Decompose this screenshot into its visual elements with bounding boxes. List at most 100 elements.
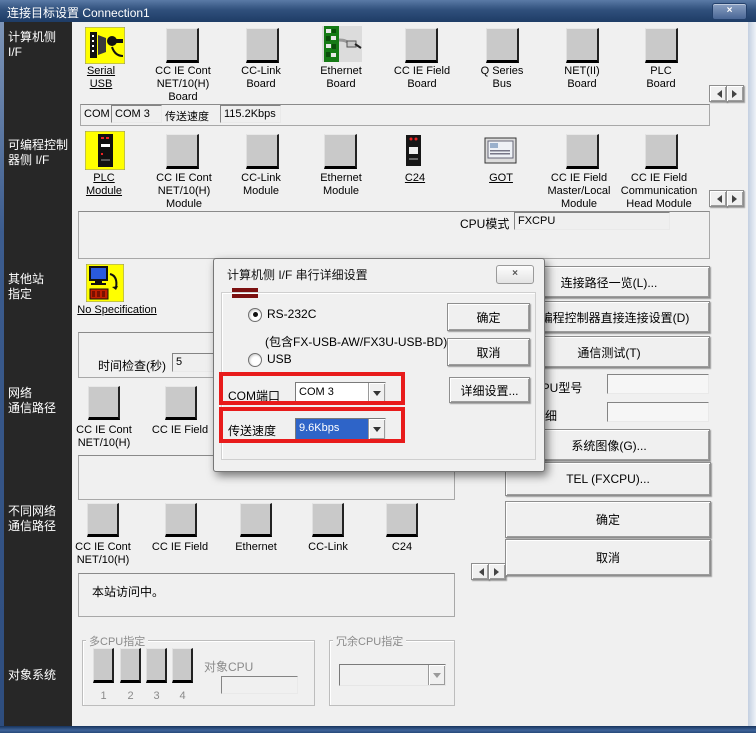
window-close-button[interactable]: ×	[712, 3, 747, 20]
diff-cc-link-icon[interactable]	[312, 503, 344, 537]
diff-item-cc-link: CC-Link	[300, 541, 356, 554]
diff-c24-icon[interactable]	[386, 503, 418, 537]
usb-radio[interactable]	[248, 353, 262, 367]
diff-scroll-right-button[interactable]	[488, 563, 506, 580]
redundant-cpu-dropdown	[339, 664, 446, 686]
cpu-slot-3-number: 3	[146, 690, 167, 703]
sidebar-label-network-route: 网络 通信路径	[8, 386, 56, 416]
main-cancel-button[interactable]: 取消	[505, 539, 711, 576]
q-series-bus-icon[interactable]	[486, 28, 519, 63]
pc-if-item-q-series-bus: Q Series Bus	[463, 65, 541, 91]
redundant-cpu-label: 冗余CPU指定	[333, 633, 406, 649]
arrow-left-icon	[713, 90, 722, 98]
annotation-box-com-port	[219, 372, 405, 405]
sidebar	[4, 22, 72, 726]
plc-if-item-c24[interactable]: C24	[385, 172, 445, 185]
arrow-left-icon	[713, 195, 722, 203]
window-border-right	[748, 22, 756, 726]
pc-if-scroll-left-button[interactable]	[709, 85, 727, 102]
cc-ie-cont-module-icon[interactable]	[166, 134, 199, 169]
arrow-left-icon	[475, 568, 484, 576]
ethernet-module-icon[interactable]	[324, 134, 357, 169]
arrow-right-icon	[494, 568, 503, 576]
plc-if-item-plc-module[interactable]: PLC Module	[68, 172, 140, 198]
cc-link-module-icon[interactable]	[246, 134, 279, 169]
cpu-slot-1-number: 1	[93, 690, 114, 703]
pc-if-item-plc-board: PLC Board	[622, 65, 700, 91]
dialog-close-button[interactable]: ×	[496, 265, 534, 284]
plc-if-scroll-right-button[interactable]	[726, 190, 744, 207]
no-specification-icon[interactable]	[86, 264, 124, 302]
cc-ie-cont-board-icon[interactable]	[166, 28, 199, 63]
sidebar-label-target-system: 对象系统	[8, 668, 56, 683]
detail-field	[607, 402, 709, 422]
cpu-slot-4-icon	[172, 648, 193, 683]
sidebar-label-diff-network-route: 不同网络 通信路径	[8, 504, 56, 534]
sidebar-label-other-station: 其他站 指定	[8, 272, 44, 302]
plc-if-item-cc-link-module: CC-Link Module	[222, 172, 300, 198]
serial-detail-dialog: 计算机侧 I/F 串行详细设置 × RS-232C (包含FX-USB-AW/F…	[213, 258, 545, 472]
sidebar-label-plc-if: 可编程控制 器侧 I/F	[8, 138, 68, 168]
plc-if-item-cc-ie-cont-module: CC IE Cont NET/10(H) Module	[145, 172, 223, 211]
rs232c-label: RS-232C	[267, 307, 316, 321]
plc-if-item-ethernet-module: Ethernet Module	[301, 172, 381, 198]
net-cc-ie-field-icon[interactable]	[165, 386, 197, 420]
netii-board-icon[interactable]	[566, 28, 599, 63]
detail-settings-button[interactable]: 详细设置...	[449, 377, 530, 403]
c24-icon[interactable]	[403, 134, 425, 168]
main-ok-button[interactable]: 确定	[505, 501, 711, 538]
transfer-setup-window: 连接目标设置 Connection1 × 计算机侧 I/F 可编程控制 器侧 I…	[0, 0, 756, 733]
arrow-right-icon	[732, 90, 741, 98]
com-label: COM	[84, 108, 110, 120]
cpu-slot-3-icon	[146, 648, 167, 683]
plc-if-scroll-left-button[interactable]	[709, 190, 727, 207]
diff-scroll-left-button[interactable]	[471, 563, 489, 580]
annotation-box-speed	[219, 407, 405, 443]
diff-ethernet-icon[interactable]	[240, 503, 272, 537]
plc-board-icon[interactable]	[645, 28, 678, 63]
redundant-cpu-value	[340, 665, 428, 685]
cc-ie-field-comm-head-icon[interactable]	[645, 134, 678, 169]
diff-item-c24: C24	[374, 541, 430, 554]
diff-cc-ie-cont-icon[interactable]	[87, 503, 119, 537]
pc-if-item-netii-board: NET(II) Board	[543, 65, 621, 91]
window-border-bottom	[0, 726, 756, 733]
got-icon[interactable]	[484, 137, 518, 165]
multi-cpu-groupbox	[82, 640, 315, 706]
rs232c-note: (包含FX-USB-AW/FX3U-USB-BD)	[265, 333, 447, 350]
dialog-title: 计算机侧 I/F 串行详细设置	[227, 266, 368, 283]
serial-usb-icon[interactable]	[85, 27, 125, 64]
pc-if-item-cc-link-board: CC-Link Board	[222, 65, 300, 91]
plc-if-item-cc-ie-field-master-local: CC IE Field Master/Local Module	[537, 172, 621, 211]
com-value-field: COM 3	[111, 105, 162, 123]
target-cpu-label: 对象CPU	[204, 658, 253, 675]
cpu-slot-4-number: 4	[172, 690, 193, 703]
diff-item-cc-ie-field: CC IE Field	[147, 541, 213, 554]
cc-link-board-icon[interactable]	[246, 28, 279, 63]
cc-ie-field-board-icon[interactable]	[405, 28, 438, 63]
pc-if-item-ethernet-board: Ethernet Board	[302, 65, 380, 91]
time-check-field[interactable]: 5	[172, 353, 214, 372]
dialog-ok-button[interactable]: 确定	[447, 303, 530, 331]
usb-label: USB	[267, 352, 292, 366]
ethernet-board-icon[interactable]	[322, 26, 362, 62]
plc-if-item-got[interactable]: GOT	[471, 172, 531, 185]
pc-if-scroll-right-button[interactable]	[726, 85, 744, 102]
target-cpu-field	[221, 676, 298, 694]
diff-cc-ie-field-icon[interactable]	[165, 503, 197, 537]
cpu-mode-field: FXCPU	[514, 212, 670, 230]
rs232c-radio[interactable]	[248, 308, 262, 322]
window-title: 连接目标设置 Connection1	[7, 4, 150, 21]
net-cc-ie-cont-icon[interactable]	[88, 386, 120, 420]
no-specification-link[interactable]: No Specification	[76, 304, 158, 317]
cpu-slot-2-number: 2	[120, 690, 141, 703]
cc-ie-field-master-local-icon[interactable]	[566, 134, 599, 169]
cpu-mode-label: CPU模式	[460, 215, 509, 232]
cpu-type-field	[607, 374, 709, 394]
pc-if-item-cc-ie-field-board: CC IE Field Board	[382, 65, 462, 91]
dialog-cancel-button[interactable]: 取消	[447, 338, 530, 366]
plc-module-icon[interactable]	[85, 131, 125, 170]
diff-item-cc-ie-cont: CC IE Cont NET/10(H)	[64, 541, 142, 567]
pc-if-item-serial-usb[interactable]: Serial USB	[65, 65, 137, 91]
cpu-slot-1-icon	[93, 648, 114, 683]
